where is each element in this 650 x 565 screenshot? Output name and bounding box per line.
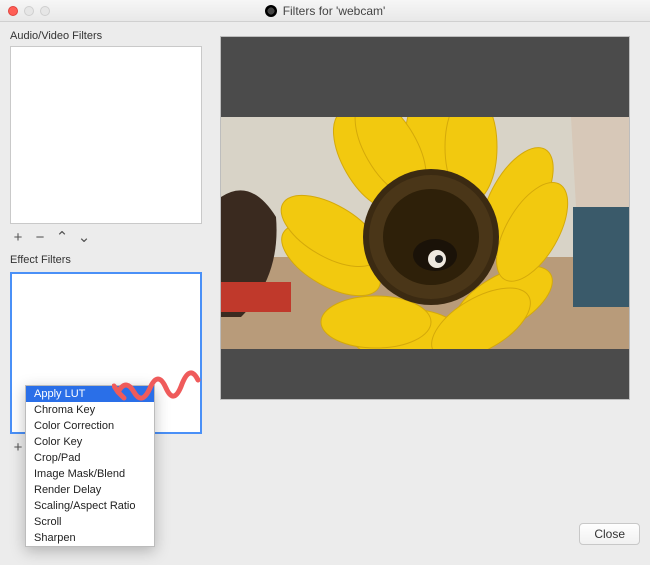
effect-menu-item[interactable]: Apply LUT [26,386,154,402]
effect-menu-item[interactable]: Image Mask/Blend [26,466,154,482]
effect-menu-item[interactable]: Color Key [26,434,154,450]
audio-filters-list[interactable] [10,46,202,224]
effect-menu-item[interactable]: Scroll [26,514,154,530]
window-titlebar: Filters for 'webcam' [0,0,650,22]
effect-menu-item[interactable]: Color Correction [26,418,154,434]
remove-audio-filter-button[interactable]: − [32,229,48,246]
effect-filter-menu[interactable]: Apply LUTChroma KeyColor CorrectionColor… [25,385,155,547]
window-title: Filters for 'webcam' [0,4,650,18]
effect-menu-item[interactable]: Chroma Key [26,402,154,418]
right-panel: Close [212,22,650,565]
audio-filters-toolbar: + − ⌃ ⌄ [10,228,202,246]
obs-icon [265,5,277,17]
effect-menu-item[interactable]: Render Delay [26,482,154,498]
effect-menu-item[interactable]: Sharpen [26,530,154,546]
move-audio-filter-up-button[interactable]: ⌃ [54,228,70,246]
effect-filters-label: Effect Filters [10,254,202,266]
webcam-preview-image [221,117,629,349]
effect-menu-item[interactable]: Scaling/Aspect Ratio [26,498,154,514]
dialog-footer: Close [220,523,640,555]
audio-filters-label: Audio/Video Filters [10,30,202,42]
move-audio-filter-down-button[interactable]: ⌄ [76,228,92,246]
window-title-text: Filters for 'webcam' [283,4,386,18]
effect-menu-item[interactable]: Crop/Pad [26,450,154,466]
add-audio-filter-button[interactable]: + [10,229,26,246]
add-effect-filter-button[interactable]: + [10,439,26,456]
close-button[interactable]: Close [579,523,640,545]
preview-area [220,36,630,400]
